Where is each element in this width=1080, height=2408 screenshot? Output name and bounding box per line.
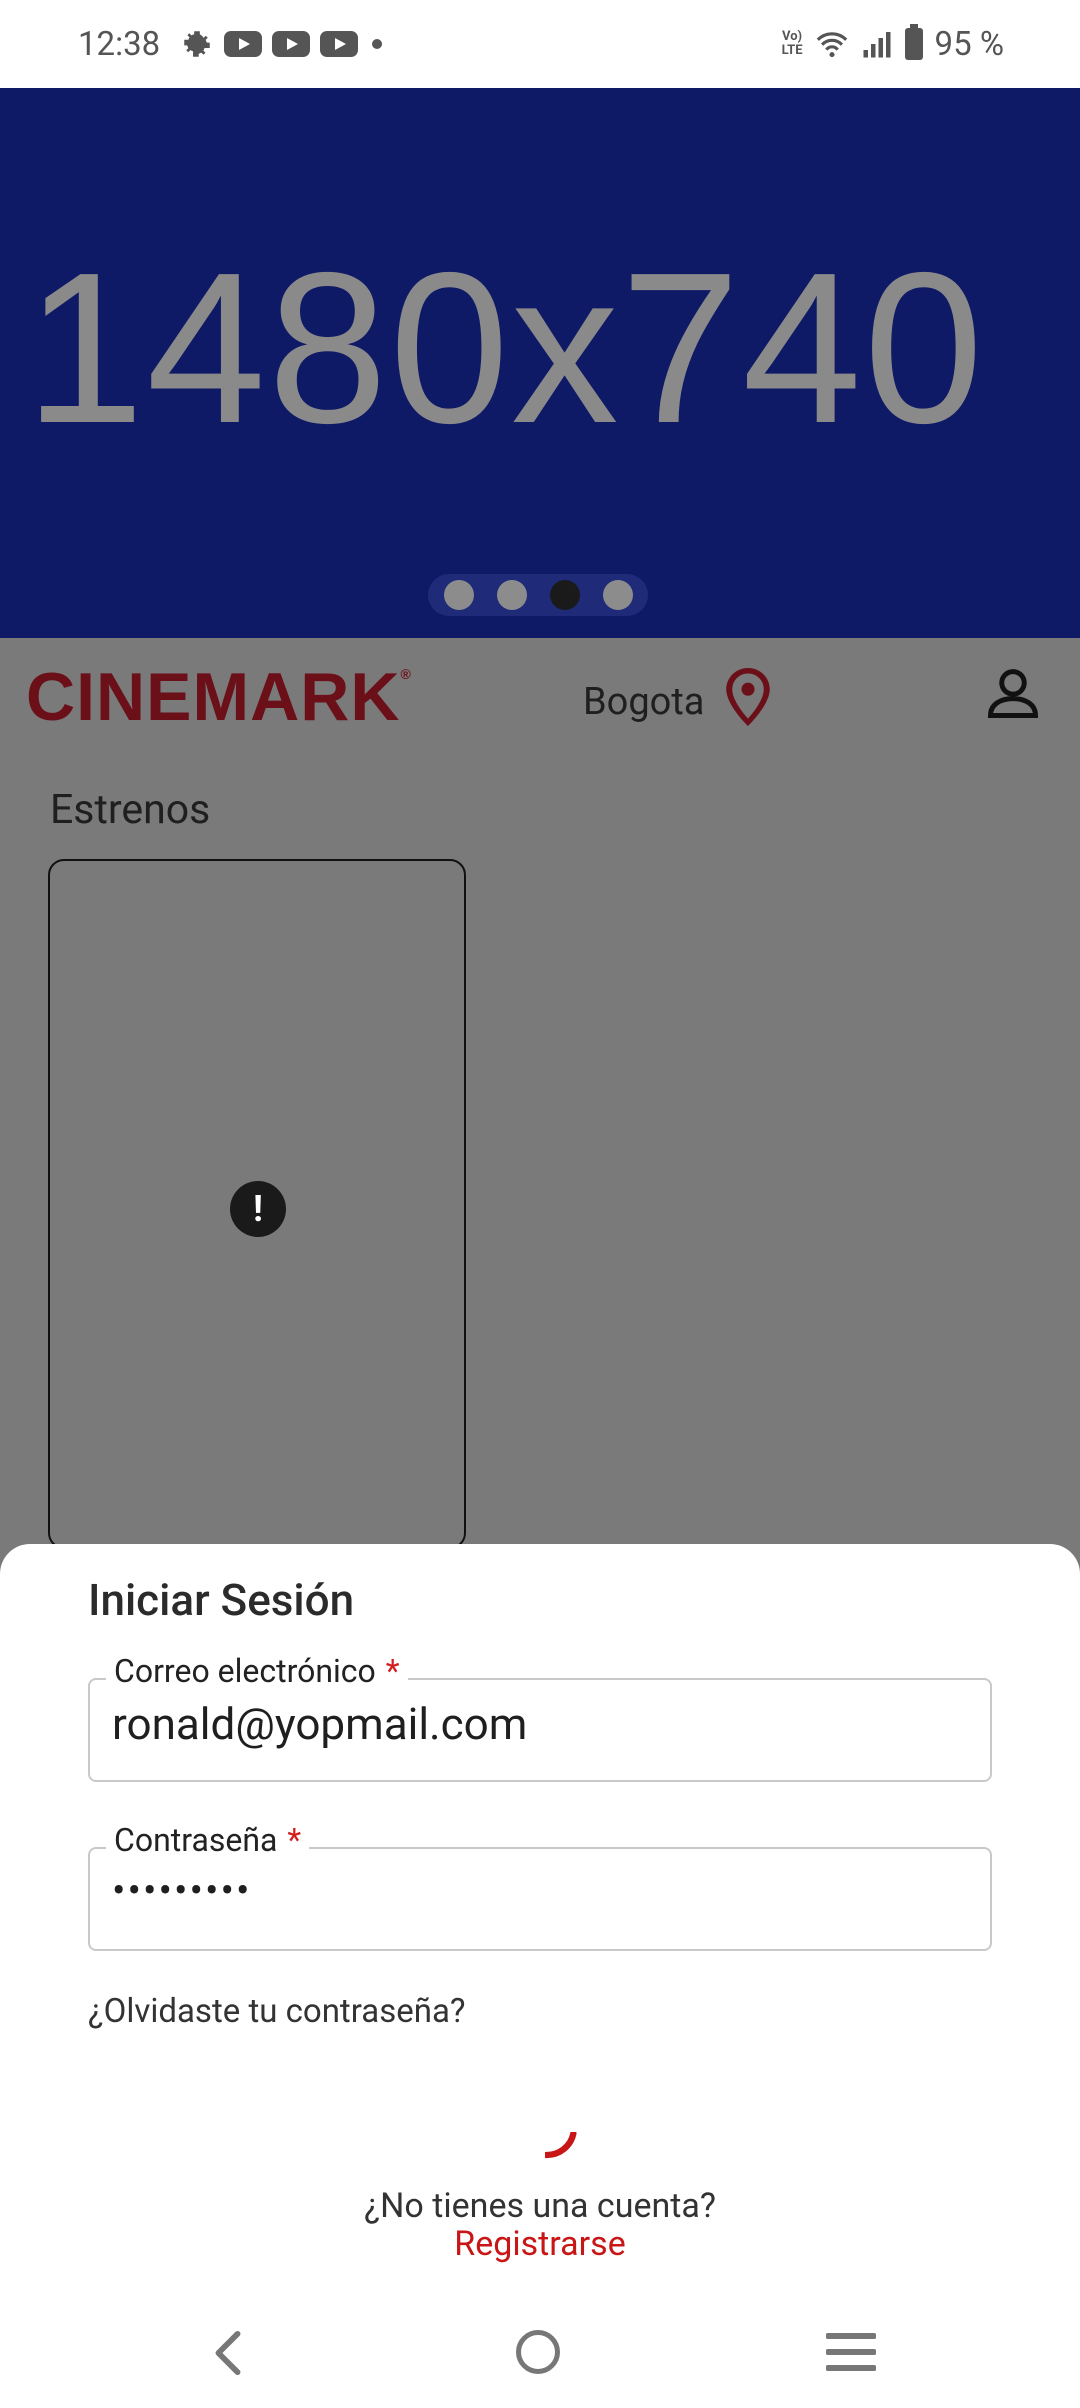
signal-icon xyxy=(861,29,893,59)
status-time: 12:38 xyxy=(78,24,161,64)
system-navigation-bar xyxy=(0,2310,1080,2408)
email-input[interactable] xyxy=(112,1698,970,1750)
forgot-password-link[interactable]: ¿Olvidaste tu contraseña? xyxy=(88,1992,466,2031)
password-field[interactable]: Contraseña * ••••••••• xyxy=(88,1821,992,1951)
location-pin-icon xyxy=(726,668,771,736)
carousel-dot[interactable] xyxy=(443,580,474,610)
email-field-label: Correo electrónico * xyxy=(106,1652,408,1690)
wifi-icon xyxy=(815,29,849,59)
carousel-dot[interactable] xyxy=(602,580,633,610)
carousel-dot-active[interactable] xyxy=(549,580,580,610)
battery-charging-icon xyxy=(904,24,923,60)
banner-placeholder-text: 1480x740 xyxy=(24,227,986,468)
carousel-dot[interactable] xyxy=(496,580,527,610)
youtube-notification-icon xyxy=(320,31,359,57)
youtube-notification-icon xyxy=(224,31,263,57)
email-field[interactable]: Correo electrónico * xyxy=(88,1652,992,1782)
cinemark-logo: CINEMARK® xyxy=(26,659,412,735)
city-selector[interactable]: Bogota xyxy=(583,668,771,736)
carousel-indicators xyxy=(428,574,648,616)
register-link[interactable]: Registrarse xyxy=(0,2224,1080,2264)
login-title: Iniciar Sesión xyxy=(88,1574,355,1626)
recent-apps-icon[interactable] xyxy=(825,2330,877,2378)
more-notifications-dot-icon xyxy=(372,39,383,49)
back-icon[interactable] xyxy=(210,2330,246,2380)
login-bottom-sheet: Iniciar Sesión Correo electrónico* Contr… xyxy=(0,1544,1080,2408)
promo-banner[interactable]: 1480x740 xyxy=(0,88,1080,638)
status-bar: 12:38 Vo) LTE 95 % xyxy=(0,0,1080,88)
section-title-estrenos: Estrenos xyxy=(50,786,211,834)
settings-gear-icon xyxy=(180,27,214,61)
image-error-icon: ! xyxy=(230,1181,286,1237)
dimmed-app-content: CINEMARK® Bogota Estrenos ! xyxy=(0,638,1080,1658)
battery-percentage: 95 % xyxy=(934,24,1004,64)
password-field-label: Contraseña * xyxy=(106,1821,310,1859)
password-input[interactable]: ••••••••• xyxy=(112,1867,970,1914)
no-account-text: ¿No tienes una cuenta? xyxy=(364,2186,716,2226)
loading-spinner-icon xyxy=(543,2130,585,2176)
movie-poster-card[interactable]: ! xyxy=(48,859,466,1549)
city-label: Bogota xyxy=(583,680,705,724)
user-profile-icon[interactable] xyxy=(986,668,1040,722)
volte-icon: Vo) LTE xyxy=(781,29,803,58)
youtube-notification-icon xyxy=(272,31,311,57)
home-icon[interactable] xyxy=(516,2330,560,2374)
